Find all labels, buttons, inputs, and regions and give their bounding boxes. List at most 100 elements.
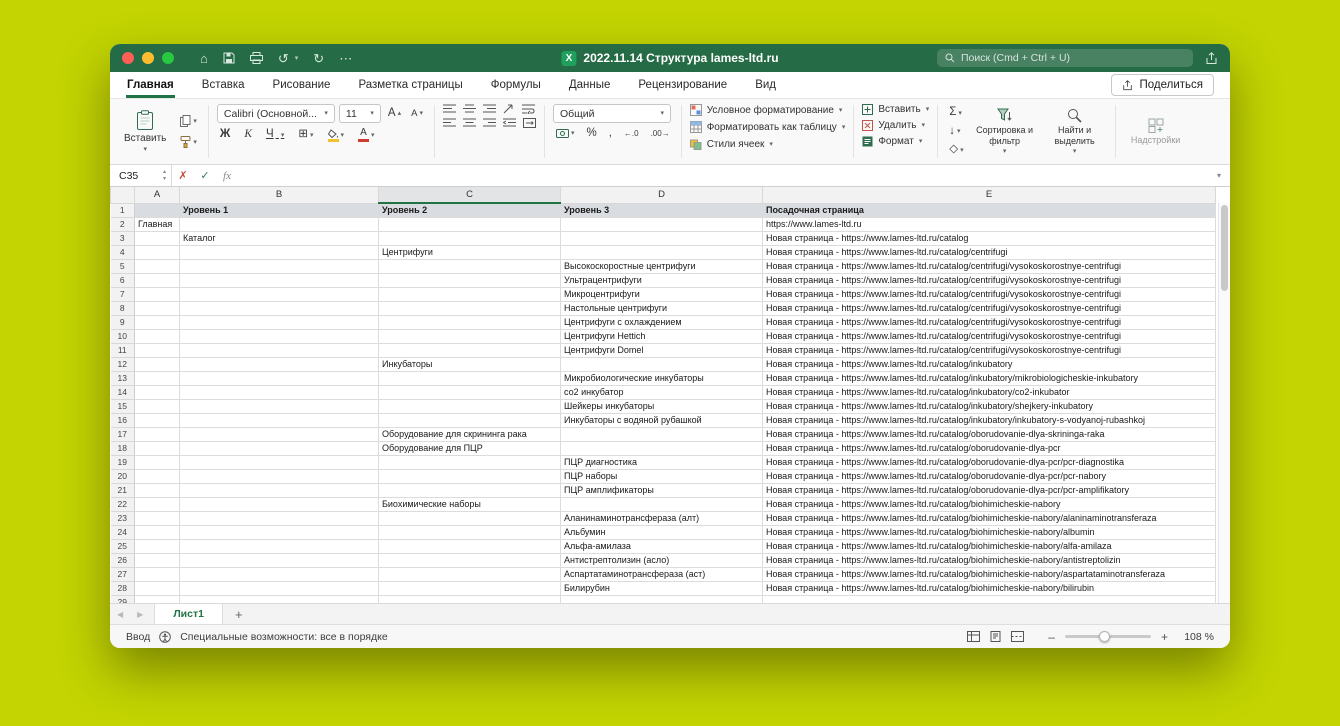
cell-B26[interactable]: [180, 553, 379, 567]
row-header-28[interactable]: 28: [111, 581, 135, 595]
row-header-29[interactable]: 29: [111, 595, 135, 603]
cell-C2[interactable]: [379, 217, 561, 231]
cell-E22[interactable]: Новая страница - https://www.lames-ltd.r…: [763, 497, 1216, 511]
cell-A26[interactable]: [135, 553, 180, 567]
cell-D16[interactable]: Инкубаторы с водяной рубашкой: [561, 413, 763, 427]
cell-A20[interactable]: [135, 469, 180, 483]
align-right-icon[interactable]: [483, 118, 496, 128]
cell-C19[interactable]: [379, 455, 561, 469]
increase-decimal-button[interactable]: ←.0: [621, 129, 642, 139]
home-icon[interactable]: ⌂: [200, 52, 208, 65]
insert-function-button[interactable]: fx: [216, 170, 238, 182]
cell-A8[interactable]: [135, 301, 180, 315]
cell-C15[interactable]: [379, 399, 561, 413]
cell-E24[interactable]: Новая страница - https://www.lames-ltd.r…: [763, 525, 1216, 539]
zoom-in-button[interactable]: +: [1161, 630, 1168, 644]
cell-A10[interactable]: [135, 329, 180, 343]
autosum-button[interactable]: Σ▾: [946, 106, 966, 120]
share-document-button[interactable]: Поделиться: [1111, 74, 1214, 96]
vertical-scrollbar[interactable]: [1218, 203, 1230, 603]
cell-C20[interactable]: [379, 469, 561, 483]
cell-C13[interactable]: [379, 371, 561, 385]
ribbon-tab-Главная[interactable]: Главная: [126, 72, 175, 98]
cell-D14[interactable]: со2 инкубатор: [561, 385, 763, 399]
cell-A22[interactable]: [135, 497, 180, 511]
normal-view-icon[interactable]: [967, 631, 980, 642]
redo-icon[interactable]: ↻: [313, 52, 324, 65]
undo-icon[interactable]: ↺: [278, 52, 289, 65]
cell-B20[interactable]: [180, 469, 379, 483]
cell-C6[interactable]: [379, 273, 561, 287]
cell-D25[interactable]: Альфа-амилаза: [561, 539, 763, 553]
cell-B15[interactable]: [180, 399, 379, 413]
cell-B7[interactable]: [180, 287, 379, 301]
row-header-22[interactable]: 22: [111, 497, 135, 511]
decrease-decimal-button[interactable]: .00→: [648, 129, 673, 139]
next-sheet-icon[interactable]: ▶: [130, 610, 150, 619]
undo-chevron-icon[interactable]: ▾: [295, 55, 299, 62]
cell-D28[interactable]: Билирубин: [561, 581, 763, 595]
cell-A4[interactable]: [135, 245, 180, 259]
ribbon-tab-Вид[interactable]: Вид: [754, 72, 777, 98]
cell-C26[interactable]: [379, 553, 561, 567]
cell-E5[interactable]: Новая страница - https://www.lames-ltd.r…: [763, 259, 1216, 273]
row-header-4[interactable]: 4: [111, 245, 135, 259]
cell-D9[interactable]: Центрифуги с охлаждением: [561, 315, 763, 329]
row-header-25[interactable]: 25: [111, 539, 135, 553]
font-name-select[interactable]: Calibri (Основной... ▾: [217, 104, 335, 123]
row-header-12[interactable]: 12: [111, 357, 135, 371]
cell-D4[interactable]: [561, 245, 763, 259]
cell-D10[interactable]: Центрифуги Hettich: [561, 329, 763, 343]
cell-D26[interactable]: Антистрептолизин (асло): [561, 553, 763, 567]
ribbon-tab-Формулы[interactable]: Формулы: [490, 72, 542, 98]
name-box-stepper[interactable]: ▴ ▾: [163, 169, 166, 182]
row-header-13[interactable]: 13: [111, 371, 135, 385]
cell-B23[interactable]: [180, 511, 379, 525]
cell-E6[interactable]: Новая страница - https://www.lames-ltd.r…: [763, 273, 1216, 287]
cell-D22[interactable]: [561, 497, 763, 511]
number-format-select[interactable]: Общий ▾: [553, 104, 671, 123]
cell-A13[interactable]: [135, 371, 180, 385]
cell-E17[interactable]: Новая страница - https://www.lames-ltd.r…: [763, 427, 1216, 441]
cell-C12[interactable]: Инкубаторы: [379, 357, 561, 371]
cell-D27[interactable]: Аспартатаминотрансфераза (аст): [561, 567, 763, 581]
cell-B3[interactable]: Каталог: [180, 231, 379, 245]
cell-D8[interactable]: Настольные центрифуги: [561, 301, 763, 315]
format-as-table-button[interactable]: Форматировать как таблицу ▾: [690, 121, 846, 133]
sort-filter-button[interactable]: Сортировка и фильтр ▾: [973, 108, 1037, 155]
more-commands-icon[interactable]: ⋯: [339, 52, 352, 65]
cell-B14[interactable]: [180, 385, 379, 399]
cell-C5[interactable]: [379, 259, 561, 273]
cell-C10[interactable]: [379, 329, 561, 343]
cell-C8[interactable]: [379, 301, 561, 315]
cell-D20[interactable]: ПЦР наборы: [561, 469, 763, 483]
cell-C7[interactable]: [379, 287, 561, 301]
cell-B25[interactable]: [180, 539, 379, 553]
cell-E2[interactable]: https://www.lames-ltd.ru: [763, 217, 1216, 231]
find-select-button[interactable]: Найти и выделить ▾: [1043, 108, 1107, 155]
cell-A21[interactable]: [135, 483, 180, 497]
cell-A19[interactable]: [135, 455, 180, 469]
cell-E12[interactable]: Новая страница - https://www.lames-ltd.r…: [763, 357, 1216, 371]
decrease-font-size-button[interactable]: А▾: [408, 108, 426, 120]
clear-button[interactable]: ◇▾: [946, 143, 966, 157]
cell-A15[interactable]: [135, 399, 180, 413]
cell-A29[interactable]: [135, 595, 180, 603]
cell-B16[interactable]: [180, 413, 379, 427]
format-painter-button[interactable]: ▾: [177, 135, 200, 149]
cell-D18[interactable]: [561, 441, 763, 455]
cell-D6[interactable]: Ультрацентрифуги: [561, 273, 763, 287]
cell-B18[interactable]: [180, 441, 379, 455]
formula-bar-expand-icon[interactable]: ▾: [1208, 171, 1230, 180]
cell-E20[interactable]: Новая страница - https://www.lames-ltd.r…: [763, 469, 1216, 483]
cell-D23[interactable]: Аланинаминотрансфераза (алт): [561, 511, 763, 525]
fill-button[interactable]: ↓▾: [946, 125, 966, 139]
font-size-select[interactable]: 11 ▾: [339, 104, 381, 123]
borders-button[interactable]: ⊞▾: [295, 128, 316, 142]
row-header-24[interactable]: 24: [111, 525, 135, 539]
cell-E14[interactable]: Новая страница - https://www.lames-ltd.r…: [763, 385, 1216, 399]
cell-C11[interactable]: [379, 343, 561, 357]
row-header-23[interactable]: 23: [111, 511, 135, 525]
cell-C24[interactable]: [379, 525, 561, 539]
previous-sheet-icon[interactable]: ◀: [110, 610, 130, 619]
